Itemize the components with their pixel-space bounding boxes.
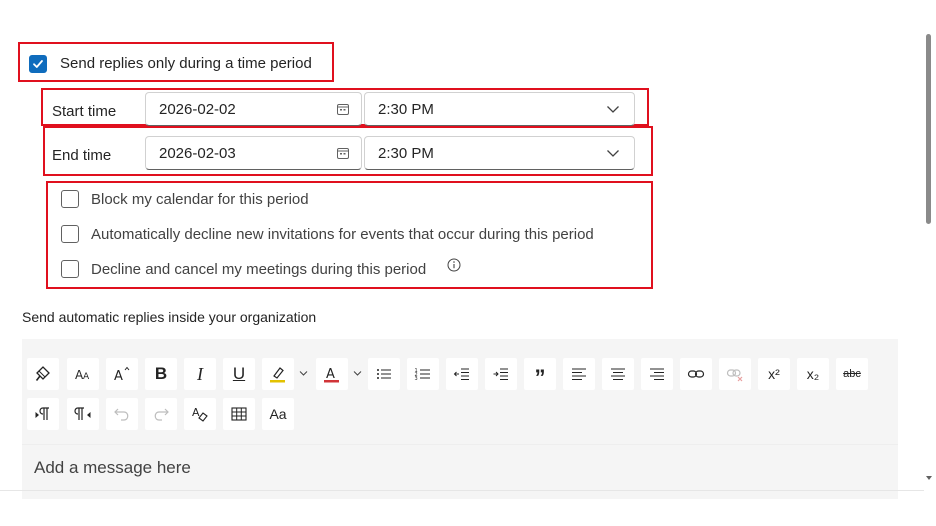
block-calendar-label: Block my calendar for this period xyxy=(91,191,309,208)
link-button[interactable] xyxy=(680,358,712,390)
svg-text:A: A xyxy=(192,406,200,419)
undo-icon xyxy=(114,408,129,421)
svg-text:A: A xyxy=(83,372,90,382)
underline-button[interactable]: U xyxy=(223,358,255,390)
change-case-button[interactable]: Aa xyxy=(262,398,294,430)
end-time-dropdown[interactable]: 2:30 PM xyxy=(364,136,635,170)
highlight-icon xyxy=(270,367,285,383)
decline-invitations-checkbox[interactable] xyxy=(61,225,79,243)
period-label: Send replies only during a time period xyxy=(60,55,312,72)
info-icon[interactable] xyxy=(447,258,461,272)
svg-text:A: A xyxy=(114,369,123,383)
change-case-icon: Aa xyxy=(269,406,287,422)
message-placeholder: Add a message here xyxy=(34,458,191,477)
calendar-icon[interactable] xyxy=(337,103,349,115)
strikethrough-icon: abc xyxy=(843,368,861,380)
bullets-button[interactable] xyxy=(368,358,400,390)
superscript-button[interactable]: x² xyxy=(758,358,790,390)
underline-icon: U xyxy=(232,364,246,383)
chevron-down-icon[interactable] xyxy=(299,370,308,377)
increase-indent-icon xyxy=(493,368,508,380)
rtl-button[interactable] xyxy=(67,398,99,430)
bullets-icon xyxy=(377,369,391,379)
svg-text:3: 3 xyxy=(415,376,418,382)
start-date-value: 2026-02-02 xyxy=(159,100,236,118)
link-icon xyxy=(687,370,705,378)
scrollbar-thumb[interactable] xyxy=(926,34,931,224)
ltr-button[interactable] xyxy=(27,398,59,430)
increase-indent-button[interactable] xyxy=(485,358,517,390)
redo-icon xyxy=(154,408,169,421)
chevron-down-icon[interactable] xyxy=(353,370,362,377)
superscript-icon: x² xyxy=(768,366,780,382)
redo-button[interactable] xyxy=(145,398,177,430)
clear-format-button[interactable]: A xyxy=(184,398,216,430)
highlight-button[interactable] xyxy=(262,358,308,390)
end-time-label: End time xyxy=(52,147,112,164)
quote-button[interactable]: ” xyxy=(524,358,556,390)
end-date-field[interactable]: 2026-02-03 xyxy=(145,136,362,170)
calendar-icon[interactable] xyxy=(337,147,349,159)
remove-link-icon xyxy=(726,369,743,382)
font-color-button[interactable]: A xyxy=(316,358,362,390)
period-checkbox[interactable] xyxy=(29,55,47,73)
italic-icon: I xyxy=(197,363,203,384)
inside-org-heading: Send automatic replies inside your organ… xyxy=(22,309,317,325)
chevron-down-icon xyxy=(607,150,619,157)
align-center-button[interactable] xyxy=(602,358,634,390)
font-color-icon: A xyxy=(324,367,339,383)
subscript-button[interactable]: x₂ xyxy=(797,358,829,390)
remove-link-button[interactable] xyxy=(719,358,751,390)
grow-font-icon: A xyxy=(114,366,130,383)
cancel-meetings-label: Decline and cancel my meetings during th… xyxy=(91,261,427,278)
align-right-icon xyxy=(650,368,664,380)
quote-icon: ” xyxy=(534,365,546,390)
end-time-value: 2:30 PM xyxy=(378,144,434,162)
start-date-field[interactable]: 2026-02-02 xyxy=(145,92,362,126)
bottom-divider xyxy=(0,490,924,491)
end-date-value: 2026-02-03 xyxy=(159,144,236,162)
start-time-value: 2:30 PM xyxy=(378,100,434,118)
bold-icon: B xyxy=(154,364,168,383)
numbering-icon: 123 xyxy=(415,368,430,382)
start-time-label: Start time xyxy=(52,103,117,120)
clear-format-icon: A xyxy=(192,406,208,422)
format-painter-button[interactable] xyxy=(27,358,59,390)
align-right-button[interactable] xyxy=(641,358,673,390)
decline-invitations-label: Automatically decline new invitations fo… xyxy=(91,226,594,243)
ltr-icon xyxy=(35,407,49,420)
font-size-button[interactable]: AA xyxy=(67,358,99,390)
subscript-icon: x₂ xyxy=(806,366,820,382)
numbering-button[interactable]: 123 xyxy=(407,358,439,390)
align-center-icon xyxy=(611,368,625,380)
table-icon xyxy=(231,407,247,421)
rtl-icon xyxy=(74,407,91,420)
strikethrough-button[interactable]: abc xyxy=(836,358,868,390)
align-left-icon xyxy=(572,368,586,380)
align-left-button[interactable] xyxy=(563,358,595,390)
chevron-down-icon xyxy=(607,106,619,113)
bold-button[interactable]: B xyxy=(145,358,177,390)
undo-button[interactable] xyxy=(106,398,138,430)
font-size-icon: AA xyxy=(75,368,90,382)
format-painter-icon xyxy=(35,366,50,381)
cancel-meetings-checkbox[interactable] xyxy=(61,260,79,278)
scroll-down-icon[interactable] xyxy=(924,474,934,482)
svg-text:A: A xyxy=(326,367,335,382)
start-time-dropdown[interactable]: 2:30 PM xyxy=(364,92,635,126)
italic-button[interactable]: I xyxy=(184,358,216,390)
block-calendar-checkbox[interactable] xyxy=(61,190,79,208)
decrease-indent-button[interactable] xyxy=(446,358,478,390)
checkmark-icon xyxy=(33,60,43,68)
message-editor[interactable]: Add a message here xyxy=(22,444,898,490)
grow-font-button[interactable]: A xyxy=(106,358,138,390)
table-button[interactable] xyxy=(223,398,255,430)
decrease-indent-icon xyxy=(453,368,469,380)
